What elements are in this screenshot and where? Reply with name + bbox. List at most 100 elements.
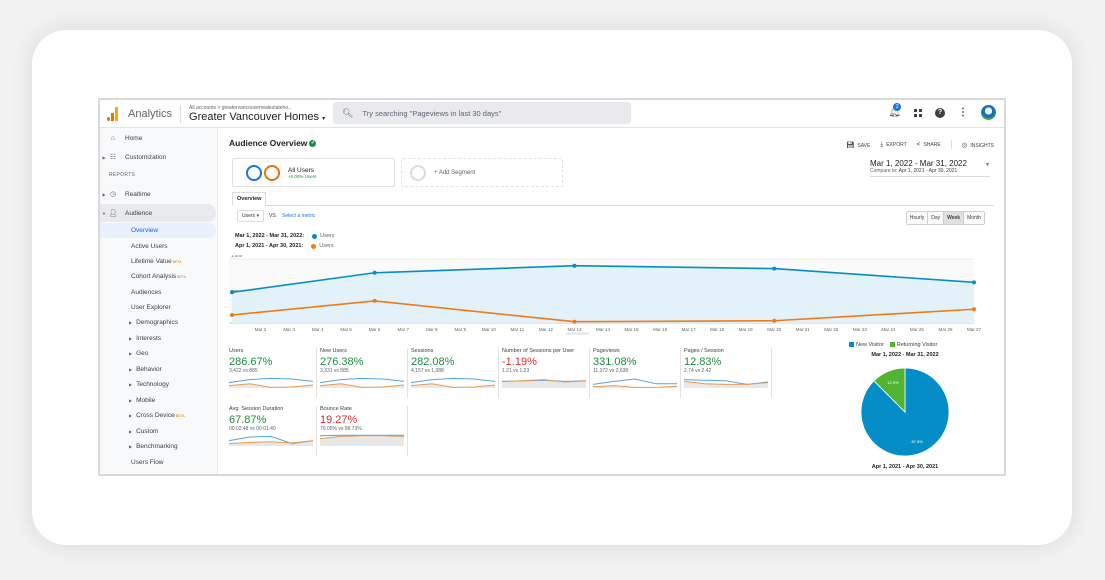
sparkline-series — [411, 377, 495, 384]
property-name[interactable]: Greater Vancouver Homes ▾ — [189, 111, 325, 123]
data-point — [772, 318, 777, 323]
tab-bar: Overview — [232, 192, 994, 206]
sidebar-subitem-cross-device[interactable]: ▶ Cross Device BETA — [100, 408, 216, 423]
sparkline-series — [593, 378, 677, 385]
users-line-chart: 1,000500Mar 2 Mar 3 Mar 4 Mar 5 Mar 6 Mar 7 Ma… — [229, 255, 982, 335]
segment-rings-icon — [246, 164, 280, 181]
metric-dropdown[interactable]: Users ▾ — [237, 210, 264, 222]
analytics-logo-icon — [107, 106, 121, 121]
save-button[interactable]: 💾︎ SAVE — [846, 141, 870, 149]
metric-name: Pageviews — [593, 348, 620, 354]
metric-tile[interactable]: Bounce Rate 19.27% 70.05% vs 58.73% — [320, 406, 408, 456]
metric-tile[interactable]: Pages / Session 12.83% 2.74 vs 2.42 — [684, 348, 772, 398]
sidebar-subitem-geo[interactable]: ▶ Geo — [100, 346, 216, 361]
search-bar[interactable]: 🔍︎ Try searching "Pageviews in last 30 d… — [333, 102, 631, 124]
pie-legend-new[interactable]: New Visitor — [849, 342, 884, 348]
legend-compare: Apr 1, 2021 - Apr 30, 2021: Users — [235, 243, 334, 249]
select-metric-link[interactable]: Select a metric — [282, 213, 315, 219]
sidebar-subitem-lifetime-value[interactable]: Lifetime Value BETA — [100, 254, 216, 269]
metric-comparison: 2.74 vs 2.42 — [684, 368, 712, 374]
metric-name: Bounce Rate — [320, 406, 352, 412]
granularity-week[interactable]: Week — [944, 212, 965, 224]
more-vert-icon[interactable]: ⋮ — [958, 107, 968, 118]
account-picker[interactable]: All accounts > greatervancouverrealestat… — [189, 105, 325, 123]
x-tick-label: Mar 24 — [881, 327, 896, 332]
chevron-down-icon: ▾ — [322, 115, 326, 122]
x-tick-label: Mar 17 — [682, 327, 697, 332]
x-tick-label: Mar 27 — [967, 327, 982, 332]
metric-comparison: 00:02:48 vs 00:01:40 — [229, 426, 276, 432]
x-tick-label: Mar 9 — [455, 327, 467, 332]
search-input[interactable]: Try searching "Pageviews in last 30 days… — [362, 109, 501, 118]
add-segment-button[interactable]: + Add Segment — [401, 158, 563, 187]
metric-comparison: 1.21 vs 1.23 — [502, 368, 530, 374]
avatar[interactable] — [981, 105, 996, 120]
insights-icon: ◎ — [961, 141, 968, 149]
metric-tile[interactable]: Sessions 282.08% 4,157 vs 1,088 — [411, 348, 499, 398]
verified-check-icon: ✓ — [309, 140, 317, 148]
date-range-compare: Compare to: Apr 1, 2021 - Apr 30, 2021 — [870, 168, 958, 174]
granularity-day[interactable]: Day — [928, 212, 945, 224]
sidebar-subitem-users-flow[interactable]: Users Flow — [100, 455, 216, 470]
date-range-picker[interactable]: Mar 1, 2022 - Mar 31, 2022 Compare to: A… — [870, 159, 990, 177]
help-icon[interactable]: ? — [935, 107, 945, 118]
metric-tile[interactable]: Number of Sessions per User -1.19% 1.21 … — [502, 348, 590, 398]
data-point — [230, 290, 234, 295]
legend-dot-icon — [311, 243, 317, 249]
x-tick-label: Mar 18 — [710, 327, 725, 332]
sparkline-series — [229, 377, 313, 384]
granularity-hourly[interactable]: Hourly — [906, 212, 929, 224]
sparkline-series — [320, 377, 404, 384]
sidebar-subitem-custom[interactable]: ▶ Custom — [100, 424, 216, 439]
pie-slice-label: 87.5% — [911, 439, 923, 444]
insights-button[interactable]: ◎ INSIGHTS — [962, 141, 994, 149]
sidebar-subitem-audiences[interactable]: Audiences — [100, 285, 216, 300]
sidebar-subitem-demographics[interactable]: ▶ Demographics — [100, 315, 216, 330]
metric-change: 331.08% — [593, 356, 637, 368]
chart-scroll-handle[interactable] — [566, 332, 589, 335]
data-point — [772, 266, 777, 271]
sidebar-subitem-cohort-analysis[interactable]: Cohort Analysis BETA — [100, 269, 216, 284]
notification-badge: 2 — [893, 103, 902, 111]
legend-dot-icon — [312, 233, 318, 239]
sidebar-subitem-active-users[interactable]: Active Users — [100, 239, 216, 254]
granularity-month[interactable]: Month — [964, 212, 984, 224]
share-button[interactable]: < SHARE — [917, 141, 941, 148]
x-tick-label: Mar 11 — [511, 327, 525, 332]
metric-tile[interactable]: New Users 276.38% 3,331 vs 885 — [320, 348, 408, 398]
apps-grid-icon[interactable] — [914, 108, 922, 117]
sidebar-item-customization[interactable]: ▶ ☷ Customization — [100, 148, 216, 166]
export-button[interactable]: ⤓ EXPORT — [880, 141, 906, 149]
data-point — [372, 270, 377, 275]
sidebar-subitem-mobile[interactable]: ▶ Mobile — [100, 393, 216, 408]
caret-right-icon: ▶ — [129, 413, 133, 418]
divider — [950, 140, 952, 149]
data-point — [972, 307, 976, 312]
sidebar-item-realtime[interactable]: ▶ ◷ Realtime — [100, 185, 216, 203]
caret-right-icon: ▶ — [129, 320, 133, 325]
tab-overview[interactable]: Overview — [232, 192, 267, 206]
pie-legend: New Visitor Returning Visitor — [849, 342, 937, 348]
metric-tile[interactable]: Users 286.67% 3,422 vs 885 — [229, 348, 317, 398]
metric-tile[interactable]: Avg. Session Duration 67.87% 00:02:48 vs… — [229, 406, 317, 456]
sidebar-subitem-user-explorer[interactable]: User Explorer — [100, 300, 216, 315]
sidebar-subitem-technology[interactable]: ▶ Technology — [100, 377, 216, 392]
segment-all-users[interactable]: All Users +0.00% Users — [232, 158, 395, 187]
beta-badge: BETA — [175, 413, 185, 418]
y-tick-label: 1,000 — [231, 255, 243, 258]
caret-right-icon: ▶ — [129, 444, 133, 449]
metric-change: -1.19% — [502, 356, 537, 368]
sidebar-subitem-interests[interactable]: ▶ Interests — [100, 331, 216, 346]
sidebar-subitem-behavior[interactable]: ▶ Behavior — [100, 362, 216, 377]
pie-legend-returning[interactable]: Returning Visitor — [889, 342, 937, 348]
sparkline — [320, 377, 404, 388]
sidebar-subitem-overview[interactable]: Overview — [100, 223, 216, 238]
metric-comparison: 11,372 vs 2,638 — [593, 368, 629, 374]
sidebar-item-home[interactable]: ⌂ Home — [100, 129, 216, 147]
metric-tile[interactable]: Pageviews 331.08% 11,372 vs 2,638 — [593, 348, 681, 398]
metric-comparison: 3,331 vs 885 — [320, 368, 349, 374]
caret-right-icon: ▶ — [129, 398, 133, 403]
sidebar-item-audience[interactable]: ▼ 👤︎ Audience — [100, 204, 216, 222]
bell-icon[interactable]: 🔔︎ 2 — [888, 103, 902, 118]
sidebar-subitem-benchmarking[interactable]: ▶ Benchmarking — [100, 439, 216, 454]
